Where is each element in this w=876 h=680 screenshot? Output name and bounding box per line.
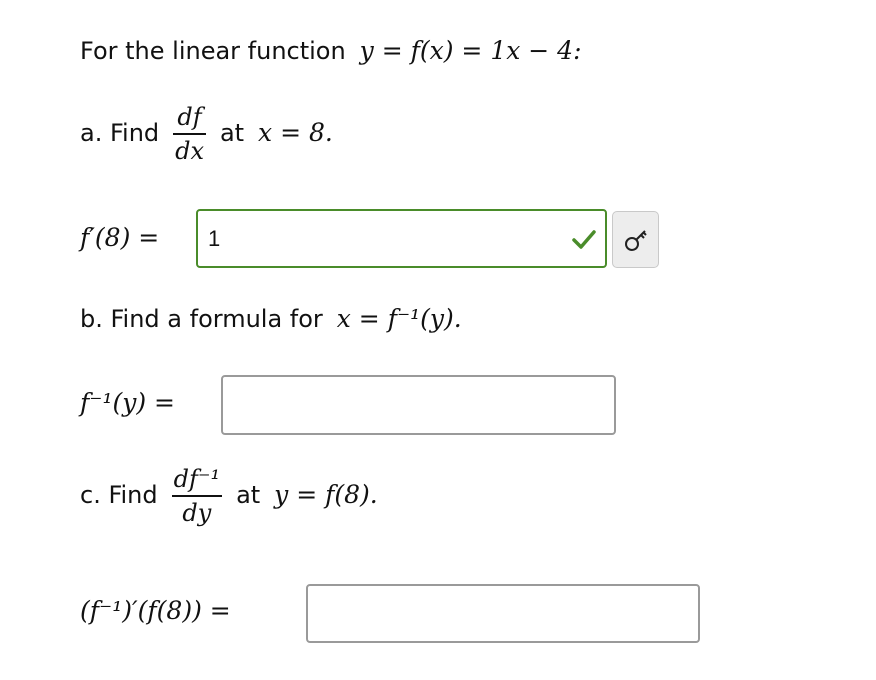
answer-key-button[interactable] — [612, 211, 659, 268]
part-b-answer-label: f⁻¹(y) = — [80, 390, 175, 415]
intro-text: For the linear function — [80, 37, 346, 65]
part-c-fraction: df⁻¹ dy — [171, 465, 223, 527]
part-a-answer-label: f′(8) = — [80, 225, 159, 250]
part-a-answer-value: 1 — [208, 225, 221, 251]
part-c-frac-denominator: dy — [182, 499, 212, 527]
part-a-answer-input[interactable]: 1 — [196, 209, 607, 268]
part-a-prefix: a. Find — [80, 119, 160, 147]
part-b-answer-input[interactable] — [221, 375, 616, 435]
fraction-bar — [171, 495, 223, 497]
problem-intro: For the linear function y = f(x) = 1x − … — [80, 38, 582, 63]
part-a-prompt: a. Find df dx at x = 8. — [80, 104, 333, 164]
part-a-frac-denominator: dx — [175, 137, 204, 165]
part-a-condition: x = 8. — [258, 118, 333, 147]
part-a-at: at — [219, 119, 245, 147]
part-c-frac-numerator: df⁻¹ — [173, 465, 221, 493]
part-b-label-text: f⁻¹(y) = — [80, 388, 175, 417]
part-c-label-text: (f⁻¹)′(f(8)) = — [80, 596, 231, 625]
part-b-prompt: b. Find a formula for x = f⁻¹(y). — [80, 306, 462, 331]
part-c-condition: y = f(8). — [274, 480, 378, 509]
intro-formula: y = f(x) = 1x − 4: — [359, 36, 582, 65]
part-a-frac-numerator: df — [177, 103, 202, 131]
key-icon — [624, 229, 647, 251]
part-a-label-text: f′(8) = — [80, 223, 160, 252]
part-b-prompt-formula: x = f⁻¹(y). — [336, 304, 462, 333]
part-c-answer-input[interactable] — [306, 584, 700, 643]
fraction-bar — [173, 133, 206, 135]
part-a-fraction: df dx — [173, 104, 206, 164]
check-icon — [572, 229, 596, 249]
part-c-prompt: c. Find df⁻¹ dy at y = f(8). — [80, 466, 378, 526]
part-b-prompt-text: b. Find a formula for — [80, 305, 323, 333]
part-c-at: at — [236, 481, 261, 509]
part-c-prefix: c. Find — [80, 481, 158, 509]
part-c-answer-label: (f⁻¹)′(f(8)) = — [80, 598, 231, 623]
